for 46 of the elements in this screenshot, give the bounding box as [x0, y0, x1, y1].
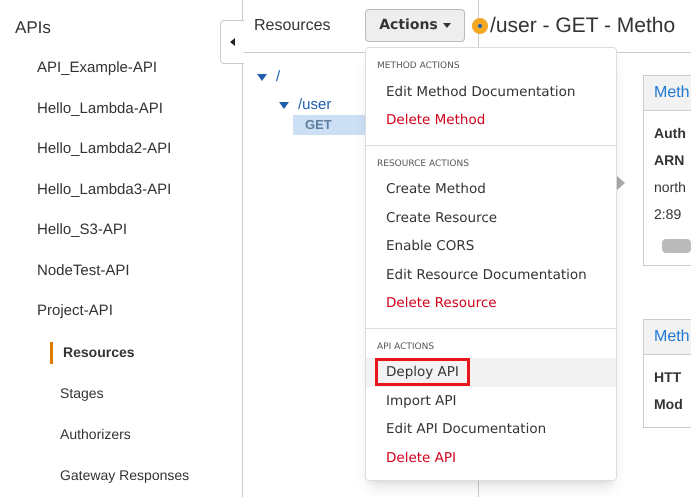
menu-item[interactable]: Delete Method: [378, 109, 494, 132]
caret-left-icon: [230, 38, 235, 46]
menu-item[interactable]: Edit Method Documentation: [378, 80, 584, 103]
sidebar-title: APIs: [15, 17, 51, 39]
card-title: Meth: [654, 83, 690, 103]
scrollbar-thumb[interactable]: [662, 239, 691, 253]
card-text: north: [654, 178, 687, 197]
card-text: Auth: [654, 124, 687, 143]
sidebar-subitem[interactable]: Gateway Responses: [60, 464, 190, 497]
api-link[interactable]: NodeTest-API: [37, 260, 190, 301]
menu-item[interactable]: Enable CORS: [378, 235, 482, 258]
card-text: 2:89: [654, 205, 682, 224]
api-link[interactable]: Hello_S3-API: [37, 220, 190, 260]
card-text: ARN: [654, 151, 686, 170]
status-dot-icon: [472, 18, 488, 34]
api-link[interactable]: API_Example-API: [37, 58, 190, 98]
menu-item[interactable]: Create Method: [378, 178, 494, 200]
api-link[interactable]: Project-API: [37, 301, 190, 342]
resource-path[interactable]: /: [276, 66, 280, 88]
menu-item[interactable]: Delete Resource: [378, 292, 505, 314]
menu-heading: RESOURCE ACTIONS: [376, 158, 470, 170]
menu-item[interactable]: Edit API Documentation: [378, 418, 554, 440]
expanded-caret-icon[interactable]: [257, 74, 267, 80]
actions-button[interactable]: Actions: [365, 9, 465, 42]
method-title: /user - GET - Metho: [490, 13, 676, 40]
menu-item[interactable]: Delete API: [378, 446, 464, 469]
menu-item[interactable]: Edit Resource Documentation: [378, 264, 595, 286]
card-text: HTT: [654, 368, 682, 387]
caret-down-icon: [442, 23, 451, 28]
expanded-caret-icon[interactable]: [279, 102, 289, 108]
flow-arrow-icon: [617, 176, 625, 190]
panel-title: Resources: [254, 16, 330, 36]
menu-heading: METHOD ACTIONS: [376, 60, 461, 73]
sidebar-subitem[interactable]: Resources: [50, 342, 190, 364]
menu-item[interactable]: Create Resource: [378, 206, 506, 229]
card-text: Mod: [654, 395, 684, 414]
menu-item[interactable]: Import API: [378, 390, 464, 412]
sidebar-subitem[interactable]: Stages: [60, 382, 190, 424]
card-title: Meth: [654, 327, 690, 347]
sidebar-subitem[interactable]: Authorizers: [60, 424, 190, 464]
menu-heading: API ACTIONS: [376, 340, 436, 354]
menu-item[interactable]: Deploy API: [375, 358, 470, 386]
api-link[interactable]: Hello_Lambda-API: [37, 98, 190, 139]
api-link[interactable]: Hello_Lambda2-API: [37, 139, 190, 180]
api-link[interactable]: Hello_Lambda3-API: [37, 180, 190, 220]
resource-path[interactable]: /user: [298, 94, 332, 116]
